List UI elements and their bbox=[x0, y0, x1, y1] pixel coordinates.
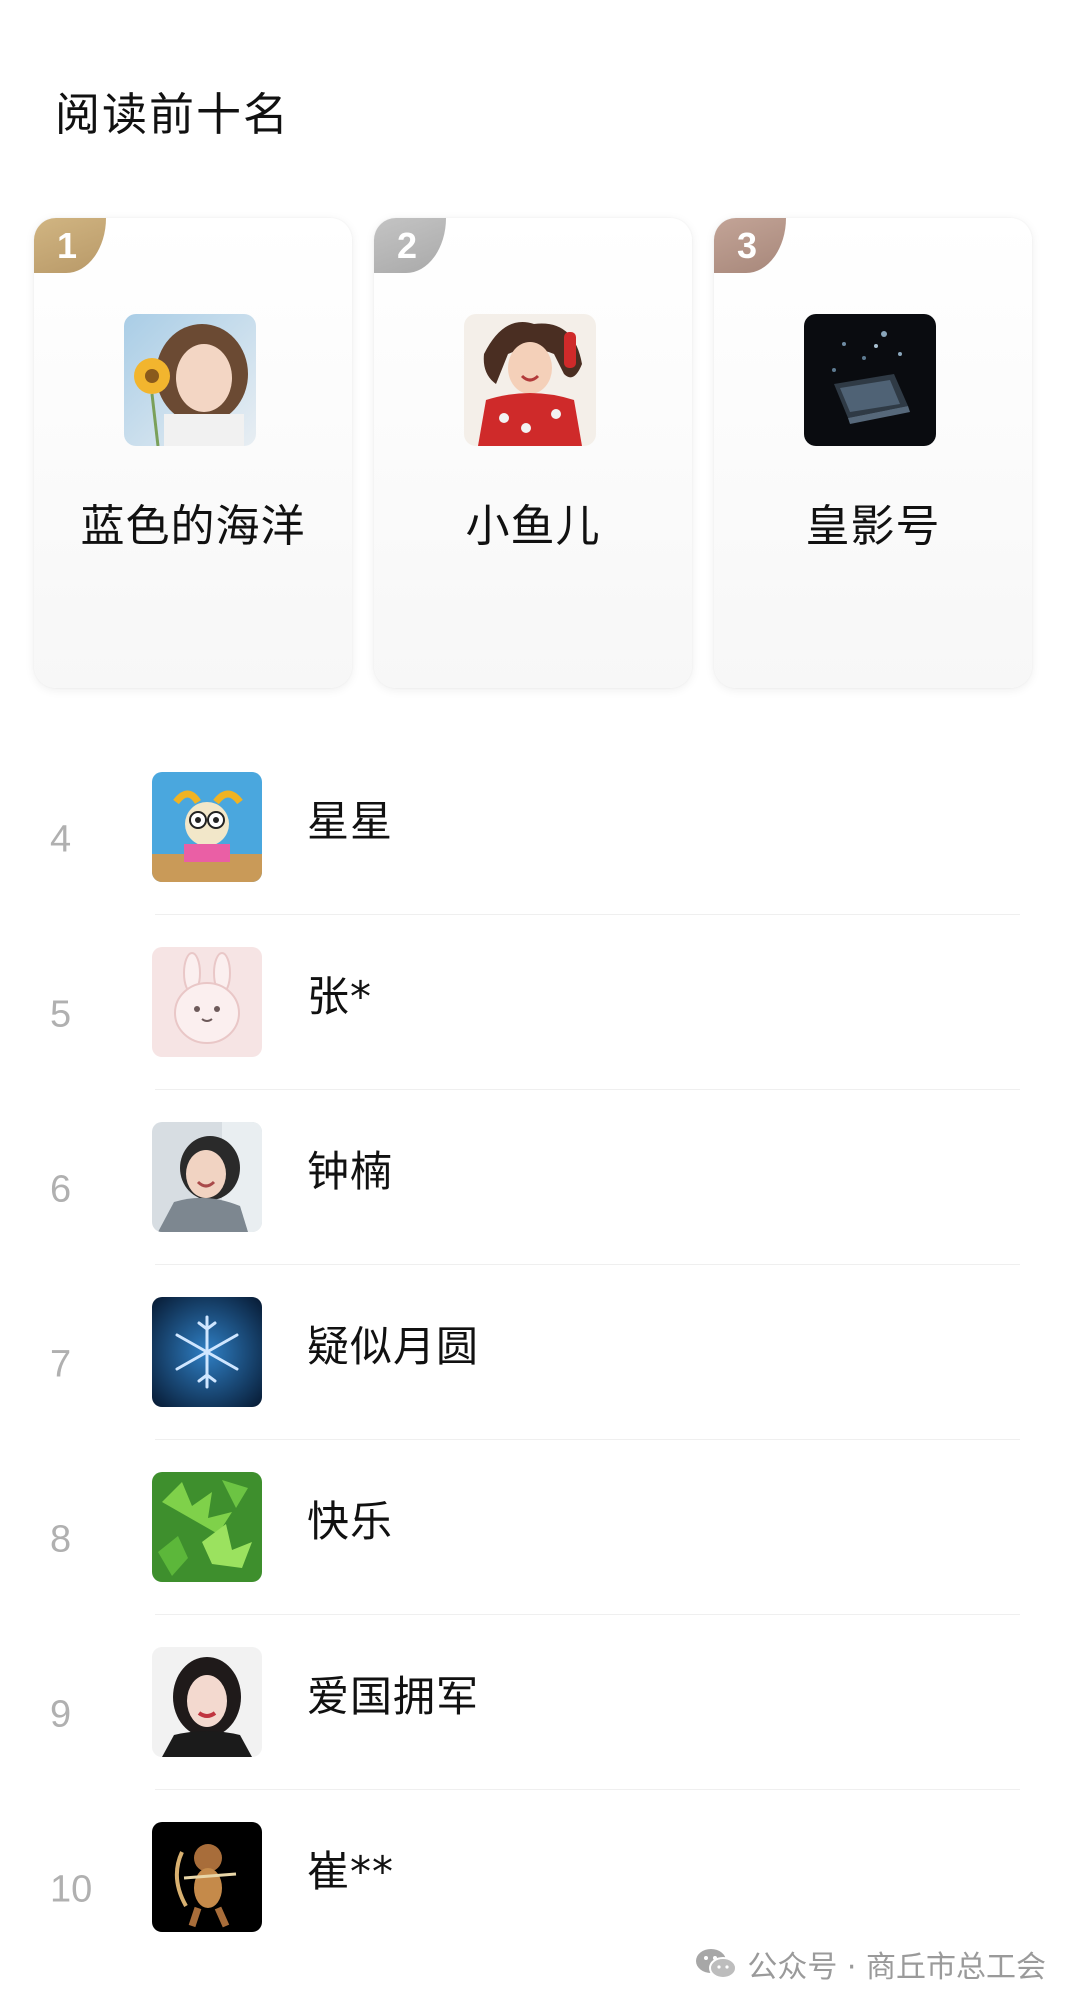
page-title: 阅读前十名 bbox=[55, 88, 291, 141]
divider bbox=[155, 1264, 1020, 1265]
podium-card-1[interactable]: 1 蓝色的海洋 bbox=[34, 218, 352, 688]
user-name: 星星 bbox=[307, 797, 394, 846]
top-three-podium: 1 蓝色的海洋 2 小鱼儿 3 皇影号 bbox=[0, 218, 1080, 688]
rank-badge-1: 1 bbox=[34, 218, 106, 273]
wechat-icon bbox=[695, 1947, 738, 1981]
list-item[interactable]: 8 快乐 bbox=[0, 1452, 1080, 1627]
rank-badge-2: 2 bbox=[374, 218, 446, 273]
divider bbox=[155, 1439, 1020, 1440]
avatar bbox=[124, 314, 256, 446]
list-item[interactable]: 4 星星 bbox=[0, 752, 1080, 927]
avatar bbox=[152, 1297, 262, 1407]
rank-number: 4 bbox=[50, 818, 72, 860]
rank-badge-3: 3 bbox=[714, 218, 786, 273]
podium-card-3[interactable]: 3 皇影号 bbox=[714, 218, 1032, 688]
list-item[interactable]: 6 钟楠 bbox=[0, 1102, 1080, 1277]
card-name-2: 小鱼儿 bbox=[465, 501, 601, 552]
watermark-text: 公众号 · 商丘市总工会 bbox=[747, 1950, 1046, 1985]
list-item[interactable]: 9 爱国拥军 bbox=[0, 1627, 1080, 1802]
avatar bbox=[152, 1822, 262, 1932]
user-name: 钟楠 bbox=[307, 1147, 394, 1196]
list-item[interactable]: 5 张* bbox=[0, 927, 1080, 1102]
list-item[interactable]: 7 疑似月圆 bbox=[0, 1277, 1080, 1452]
user-name: 崔** bbox=[307, 1847, 395, 1896]
avatar bbox=[152, 1122, 262, 1232]
divider bbox=[155, 914, 1020, 915]
avatar bbox=[152, 1472, 262, 1582]
ranking-list: 4 星星 5 张* 6 钟楠 7 疑似月圆 8 快乐 9 爱国拥军 10 崔** bbox=[0, 752, 1080, 1977]
avatar bbox=[464, 314, 596, 446]
rank-number: 5 bbox=[50, 993, 72, 1035]
user-name: 疑似月圆 bbox=[307, 1322, 480, 1371]
rank-number: 7 bbox=[50, 1343, 72, 1385]
divider bbox=[155, 1789, 1020, 1790]
user-name: 快乐 bbox=[307, 1497, 394, 1546]
rank-number: 8 bbox=[50, 1518, 72, 1560]
card-name-1: 蓝色的海洋 bbox=[80, 501, 306, 552]
avatar bbox=[152, 772, 262, 882]
divider bbox=[155, 1614, 1020, 1615]
avatar bbox=[152, 947, 262, 1057]
rank-number: 10 bbox=[50, 1868, 93, 1910]
avatar bbox=[804, 314, 936, 446]
podium-card-2[interactable]: 2 小鱼儿 bbox=[374, 218, 692, 688]
rank-number: 9 bbox=[50, 1693, 72, 1735]
rank-number: 6 bbox=[50, 1168, 72, 1210]
divider bbox=[155, 1089, 1020, 1090]
card-name-3: 皇影号 bbox=[805, 501, 941, 552]
avatar bbox=[152, 1647, 262, 1757]
user-name: 爱国拥军 bbox=[307, 1672, 480, 1721]
user-name: 张* bbox=[307, 972, 373, 1021]
source-watermark: 公众号 · 商丘市总工会 bbox=[695, 1942, 1046, 1986]
